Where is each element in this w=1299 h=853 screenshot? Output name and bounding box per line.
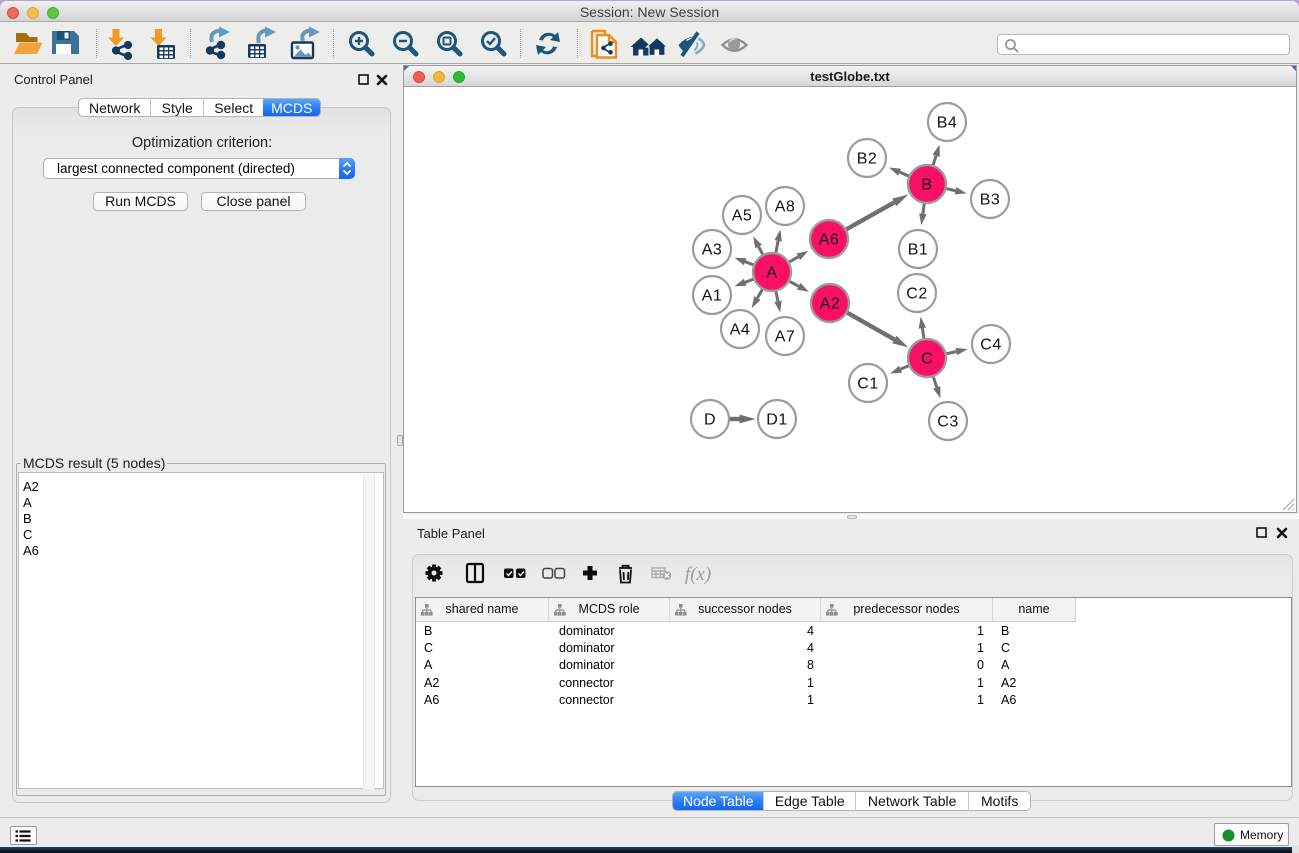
svg-text:B1: B1 (908, 241, 929, 258)
svg-text:B4: B4 (937, 114, 958, 131)
svg-text:D: D (704, 411, 716, 428)
svg-text:A5: A5 (732, 207, 753, 224)
svg-text:B3: B3 (980, 191, 1001, 208)
svg-text:A6: A6 (819, 231, 840, 248)
svg-text:A4: A4 (730, 321, 751, 338)
svg-text:A3: A3 (702, 241, 723, 258)
svg-text:D1: D1 (766, 411, 787, 428)
svg-text:A: A (766, 264, 777, 281)
svg-text:A2: A2 (820, 295, 841, 312)
svg-text:f(x): f(x) (685, 564, 711, 585)
svg-text:C2: C2 (906, 285, 927, 302)
svg-text:A8: A8 (775, 198, 796, 215)
svg-text:C: C (921, 350, 933, 367)
svg-text:C1: C1 (857, 375, 878, 392)
svg-text:C4: C4 (980, 336, 1001, 353)
svg-text:B: B (921, 176, 932, 193)
svg-text:C3: C3 (937, 413, 958, 430)
svg-text:A1: A1 (702, 287, 723, 304)
svg-text:B2: B2 (857, 150, 878, 167)
svg-text:A7: A7 (775, 328, 796, 345)
